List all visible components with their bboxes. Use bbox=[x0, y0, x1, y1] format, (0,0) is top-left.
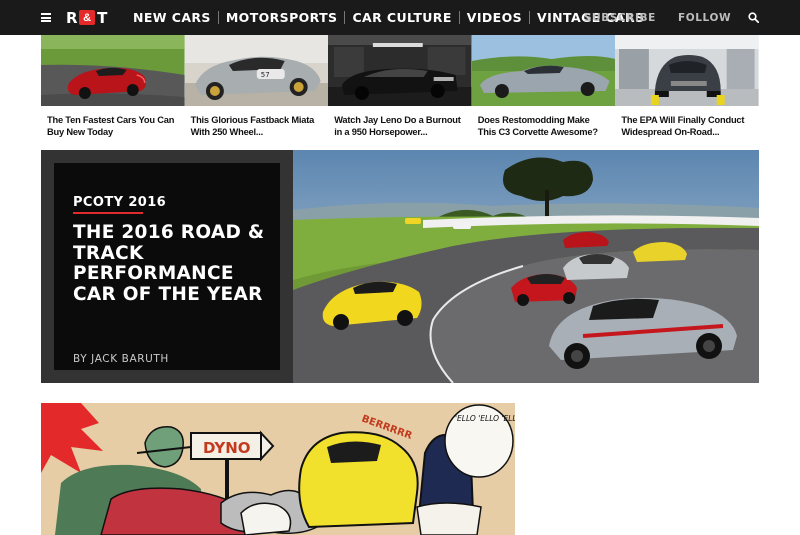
article-card[interactable]: The EPA Will Finally Conduct Widespread … bbox=[615, 35, 759, 141]
hero-kicker[interactable]: PCOTY 2016 bbox=[73, 195, 166, 210]
nav-new-cars[interactable]: NEW CARS bbox=[133, 10, 211, 25]
secondary-nav: SUBSCRIBE FOLLOW bbox=[584, 0, 753, 35]
article-caption[interactable]: This Glorious Fastback Miata With 250 Wh… bbox=[191, 114, 323, 138]
hero-feature[interactable]: PCOTY 2016 THE 2016 ROAD & TRACK PERFORM… bbox=[41, 150, 759, 383]
follow-link[interactable]: FOLLOW bbox=[678, 12, 731, 24]
article-thumbnail-image[interactable] bbox=[328, 35, 472, 106]
article-card[interactable]: Does Restomodding Make This C3 Corvette … bbox=[471, 35, 616, 141]
hero-byline: BY JACK BARUTH bbox=[73, 353, 169, 365]
article-caption[interactable]: Watch Jay Leno Do a Burnout in a 950 Hor… bbox=[334, 114, 466, 138]
thumbnail-row: The Ten Fastest Cars You Can Buy New Tod… bbox=[41, 35, 759, 141]
logo-ampersand: & bbox=[79, 10, 96, 25]
search-icon[interactable] bbox=[748, 12, 759, 23]
article-card[interactable]: The Ten Fastest Cars You Can Buy New Tod… bbox=[41, 35, 185, 141]
logo-letter-t: T bbox=[97, 8, 107, 27]
speech-bubble-text: 'ELLO 'ELLO 'ELLO WOT'S ALL THIS THEN? bbox=[455, 414, 515, 423]
hero-image[interactable] bbox=[293, 150, 759, 383]
nav-divider bbox=[217, 11, 219, 24]
nav-divider bbox=[458, 11, 460, 24]
hero-text-panel: PCOTY 2016 THE 2016 ROAD & TRACK PERFORM… bbox=[54, 163, 280, 370]
svg-text:'ELLO 'ELLO 'ELLO WOT'S ALL TH: 'ELLO 'ELLO 'ELLO WOT'S ALL THIS THEN? bbox=[455, 414, 515, 423]
article-thumbnail-image[interactable] bbox=[471, 35, 616, 106]
site-logo[interactable]: R & T bbox=[66, 8, 107, 27]
article-thumbnail-image[interactable] bbox=[615, 35, 759, 106]
nav-divider bbox=[344, 11, 346, 24]
svg-text:57: 57 bbox=[260, 71, 269, 79]
nav-car-culture[interactable]: CAR CULTURE bbox=[352, 10, 451, 25]
kicker-underline bbox=[73, 212, 143, 214]
primary-nav: NEW CARS MOTORSPORTS CAR CULTURE VIDEOS … bbox=[133, 0, 645, 35]
hero-title[interactable]: THE 2016 ROAD & TRACK PERFORMANCE CAR OF… bbox=[73, 222, 273, 305]
cartoon-illustration[interactable]: DYNO BERRRRR 'ELLO 'ELLO 'ELLO WOT'S ALL… bbox=[41, 403, 515, 535]
article-card[interactable]: Watch Jay Leno Do a Burnout in a 950 Hor… bbox=[328, 35, 472, 141]
nav-videos[interactable]: VIDEOS bbox=[467, 10, 522, 25]
article-caption[interactable]: Does Restomodding Make This C3 Corvette … bbox=[478, 114, 610, 138]
article-caption[interactable]: The EPA Will Finally Conduct Widespread … bbox=[621, 114, 753, 138]
logo-letter-r: R bbox=[66, 8, 78, 27]
nav-divider bbox=[529, 11, 531, 24]
subscribe-link[interactable]: SUBSCRIBE bbox=[584, 12, 656, 24]
hamburger-menu-icon[interactable] bbox=[41, 13, 51, 22]
article-thumbnail-image[interactable]: 57 bbox=[184, 35, 329, 106]
dyno-sign-text: DYNO bbox=[203, 439, 251, 457]
article-card[interactable]: 57 This Glorious Fastback Miata With 250… bbox=[184, 35, 329, 141]
article-caption[interactable]: The Ten Fastest Cars You Can Buy New Tod… bbox=[47, 114, 179, 138]
article-thumbnail-image[interactable] bbox=[41, 35, 185, 106]
nav-motorsports[interactable]: MOTORSPORTS bbox=[226, 10, 338, 25]
top-nav: R & T NEW CARS MOTORSPORTS CAR CULTURE V… bbox=[0, 0, 800, 35]
